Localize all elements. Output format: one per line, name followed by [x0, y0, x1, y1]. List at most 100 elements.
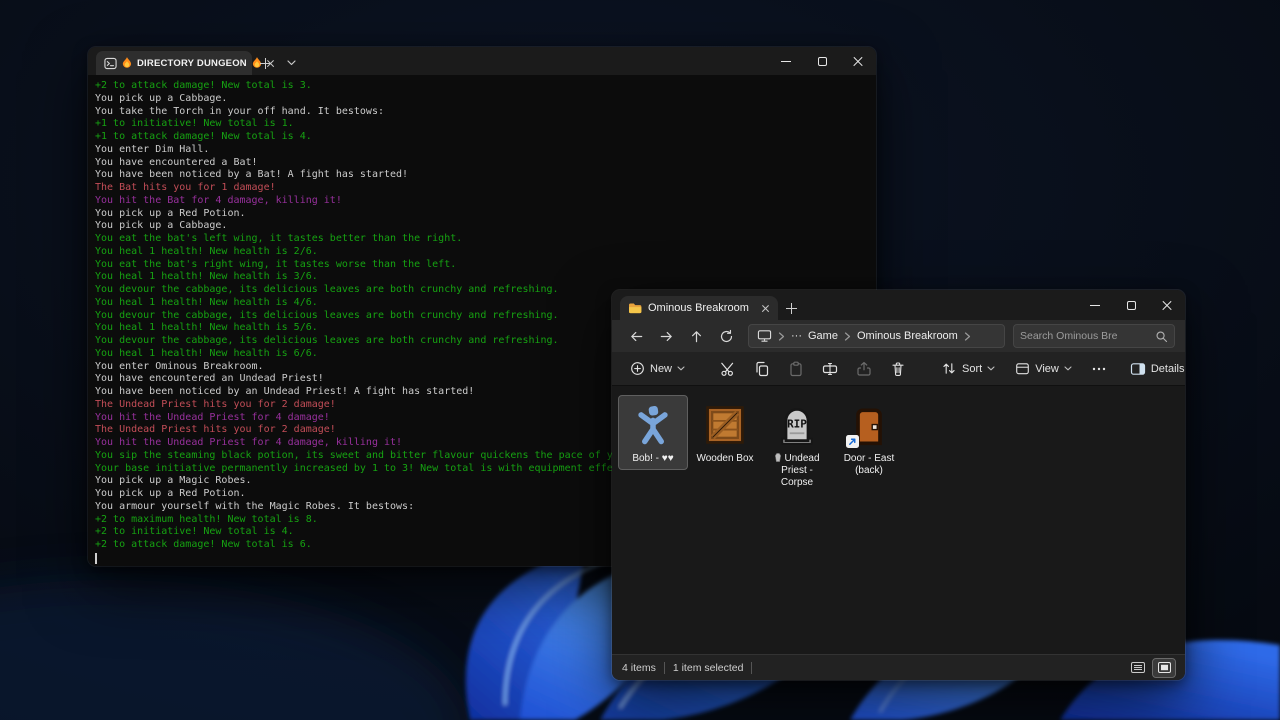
terminal-line: You pick up a Red Potion.	[95, 208, 876, 221]
refresh-icon	[719, 329, 734, 344]
explorer-status-bar: 4 items 1 item selected	[612, 654, 1185, 680]
sort-button[interactable]: Sort	[933, 356, 1003, 382]
plus-icon	[260, 58, 271, 69]
terminal-line: You eat the bat's right wing, it tastes …	[95, 259, 876, 272]
forward-icon	[659, 329, 674, 344]
breadcrumb-chevron-icon	[778, 332, 785, 341]
breadcrumb-ellipsis[interactable]: ···	[791, 330, 802, 342]
view-button[interactable]: View	[1007, 356, 1080, 382]
status-divider	[751, 662, 752, 674]
close-icon	[1162, 300, 1172, 310]
terminal-line: You heal 1 health! New health is 2/6.	[95, 246, 876, 259]
search-icon	[1155, 330, 1168, 343]
search-box[interactable]	[1013, 324, 1175, 348]
new-tab-button[interactable]	[778, 296, 804, 320]
file-item-undead-priest-corpse[interactable]: RIP Undead Priest - Corpse	[762, 395, 832, 494]
details-pane-icon	[1130, 362, 1146, 376]
explorer-tab[interactable]: Ominous Breakroom	[620, 296, 778, 320]
rename-button[interactable]	[815, 356, 845, 382]
details-pane-button[interactable]: Details	[1122, 356, 1193, 382]
copy-button[interactable]	[747, 356, 777, 382]
maximize-button[interactable]	[1113, 290, 1149, 320]
address-bar[interactable]: ··· Game Ominous Breakroom	[748, 324, 1005, 348]
maximize-button[interactable]	[804, 47, 840, 75]
details-view-toggle[interactable]	[1127, 659, 1149, 677]
shortcut-arrow-icon	[846, 435, 859, 448]
view-icon	[1015, 362, 1030, 376]
minimize-icon	[1090, 305, 1100, 306]
terminal-cursor	[95, 553, 97, 564]
delete-icon	[890, 361, 906, 377]
cut-button[interactable]	[713, 356, 743, 382]
file-item-label: Wooden Box	[696, 453, 753, 465]
terminal-line: You heal 1 health! New health is 3/6.	[95, 271, 876, 284]
explorer-caption-buttons	[1077, 290, 1185, 320]
back-icon	[629, 329, 644, 344]
chevron-down-icon	[1064, 366, 1072, 371]
terminal-line: +2 to attack damage! New total is 3.	[95, 80, 876, 93]
paste-button[interactable]	[781, 356, 811, 382]
crate-icon	[703, 403, 747, 447]
file-item-label: Bob! - ♥♥	[632, 453, 673, 465]
file-item-wooden-box[interactable]: Wooden Box	[690, 395, 760, 470]
close-button[interactable]	[1149, 290, 1185, 320]
terminal-line: You pick up a Cabbage.	[95, 220, 876, 233]
breadcrumb-segment-game[interactable]: Game	[808, 330, 838, 342]
search-input[interactable]	[1020, 330, 1155, 342]
up-button[interactable]	[682, 323, 710, 349]
maximize-icon	[1127, 301, 1136, 310]
details-pane-label: Details	[1151, 363, 1185, 375]
terminal-line: You eat the bat's left wing, it tastes b…	[95, 233, 876, 246]
minimize-button[interactable]	[768, 47, 804, 75]
flame-icon	[122, 57, 132, 69]
chevron-down-icon	[677, 366, 685, 371]
new-icon	[630, 361, 645, 376]
sort-icon	[941, 361, 957, 376]
refresh-button[interactable]	[712, 323, 740, 349]
paste-icon	[788, 361, 804, 377]
chevron-down-icon	[987, 366, 995, 371]
explorer-file-list[interactable]: Bob! - ♥♥ Wooden Box	[612, 387, 1185, 654]
terminal-line: +1 to attack damage! New total is 4.	[95, 131, 876, 144]
copy-icon	[754, 361, 770, 377]
chevron-down-icon	[287, 60, 296, 66]
terminal-tab[interactable]: DIRECTORY DUNGEON	[96, 51, 252, 75]
terminal-line: You take the Torch in your off hand. It …	[95, 106, 876, 119]
explorer-tab-title: Ominous Breakroom	[648, 302, 749, 314]
tab-dropdown-button[interactable]	[278, 51, 304, 75]
person-icon	[631, 403, 675, 447]
breadcrumb-segment-current[interactable]: Ominous Breakroom	[857, 330, 958, 342]
file-item-door-east[interactable]: Door - East (back)	[834, 395, 904, 482]
maximize-icon	[818, 57, 827, 66]
terminal-line: You hit the Bat for 4 damage, killing it…	[95, 195, 876, 208]
terminal-titlebar[interactable]: DIRECTORY DUNGEON	[88, 47, 876, 75]
explorer-titlebar[interactable]: Ominous Breakroom	[612, 290, 1185, 320]
terminal-line: The Bat hits you for 1 damage!	[95, 182, 876, 195]
file-item-bob[interactable]: Bob! - ♥♥	[618, 395, 688, 470]
list-view-icon	[1131, 662, 1145, 673]
large-icons-view-toggle[interactable]	[1153, 659, 1175, 677]
folder-icon	[628, 302, 642, 314]
explorer-command-bar: New Sort View	[612, 352, 1185, 386]
this-pc-icon	[757, 329, 772, 343]
close-button[interactable]	[840, 47, 876, 75]
tab-close-icon[interactable]	[762, 304, 770, 312]
delete-button[interactable]	[883, 356, 913, 382]
new-button[interactable]: New	[622, 356, 693, 382]
svg-text:RIP: RIP	[787, 417, 807, 430]
more-options-icon	[1091, 361, 1107, 377]
forward-button[interactable]	[652, 323, 680, 349]
minimize-icon	[781, 61, 791, 62]
view-button-label: View	[1035, 363, 1059, 375]
minimize-button[interactable]	[1077, 290, 1113, 320]
terminal-caption-buttons	[768, 47, 876, 75]
close-icon	[853, 56, 863, 66]
breadcrumb-chevron-icon	[844, 332, 851, 341]
up-icon	[689, 329, 704, 344]
back-button[interactable]	[622, 323, 650, 349]
terminal-line: You enter Dim Hall.	[95, 144, 876, 157]
status-divider	[664, 662, 665, 674]
items-count: 4 items	[622, 662, 656, 674]
share-button[interactable]	[849, 356, 879, 382]
more-options-button[interactable]	[1084, 356, 1114, 382]
